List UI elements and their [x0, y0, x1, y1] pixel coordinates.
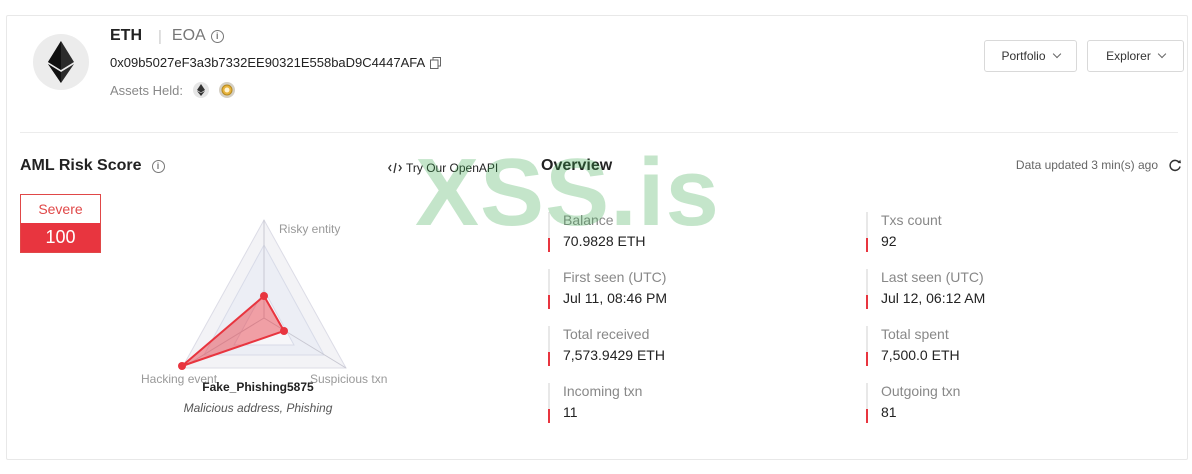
data-updated: Data updated 3 min(s) ago — [1016, 158, 1182, 172]
stat-incoming-txn: Incoming txn 11 — [548, 383, 808, 423]
stat-value: Jul 12, 06:12 AM — [881, 290, 986, 306]
risk-score: 100 — [21, 223, 100, 252]
stat-value: 70.9828 ETH — [563, 233, 646, 249]
stat-first-seen: First seen (UTC) Jul 11, 08:46 PM — [548, 269, 808, 309]
account-type: EOA — [171, 27, 206, 44]
copy-icon[interactable] — [430, 56, 442, 69]
radar-point[interactable] — [178, 362, 186, 370]
stat-label: First seen (UTC) — [563, 269, 667, 285]
stat-value: 92 — [881, 233, 897, 249]
explorer-button[interactable]: Explorer — [1087, 40, 1184, 72]
chain-title: ETH — [110, 27, 142, 44]
updated-text: Data updated 3 min(s) ago — [1015, 158, 1158, 172]
stat-balance: Balance 70.9828 ETH — [548, 212, 808, 252]
title-separator: | — [158, 27, 162, 45]
wallet-address: 0x09b5027eF3a3b7332EE90321E558baD9C4447A… — [110, 55, 426, 70]
stat-label: Last seen (UTC) — [881, 269, 984, 285]
stat-label: Balance — [563, 212, 614, 228]
info-icon[interactable]: i — [210, 29, 224, 43]
explorer-button-label: Explorer — [1106, 49, 1151, 63]
info-icon[interactable]: i — [151, 159, 165, 173]
portfolio-button-label: Portfolio — [1001, 49, 1046, 63]
assets-row: Assets Held: — [110, 82, 235, 98]
ethereum-icon — [48, 41, 74, 83]
radar-point[interactable] — [260, 292, 268, 300]
assets-label: Assets Held: — [110, 82, 183, 98]
stat-value: 11 — [563, 404, 578, 420]
radar-axis-label: Risky entity — [279, 222, 340, 236]
refresh-icon[interactable] — [1168, 158, 1182, 172]
stat-label: Outgoing txn — [881, 383, 961, 399]
stat-value: 81 — [881, 404, 897, 420]
stat-total-received: Total received 7,573.9429 ETH — [548, 326, 808, 366]
portfolio-button[interactable]: Portfolio — [984, 40, 1077, 72]
api-icon — [388, 162, 402, 174]
overview-title: Overview — [541, 157, 613, 174]
coin-icon[interactable] — [218, 82, 235, 98]
stat-label: Total received — [563, 326, 650, 342]
openapi-link[interactable]: Try Our OpenAPI — [388, 161, 498, 175]
chevron-down-icon — [1157, 49, 1167, 59]
entity-tags: Malicious address, Phishing — [183, 401, 333, 415]
address-row: 0x09b5027eF3a3b7332EE90321E558baD9C4447A… — [110, 55, 442, 70]
aml-title-text: AML Risk Score — [20, 157, 142, 174]
openapi-label: Try Our OpenAPI — [406, 161, 499, 175]
aml-section-title: AML Risk Score i — [20, 157, 165, 175]
stat-outgoing-txn: Outgoing txn 81 — [866, 383, 1126, 423]
stat-label: Incoming txn — [563, 383, 643, 399]
stat-value: 7,573.9429 ETH — [563, 347, 665, 363]
stat-txs-count: Txs count 92 — [866, 212, 1126, 252]
stat-label: Total spent — [881, 326, 949, 342]
entity-name: Fake_Phishing5875 — [202, 380, 314, 394]
stat-value: 7,500.0 ETH — [881, 347, 960, 363]
title-row: ETH | EOA i — [110, 26, 224, 46]
stat-last-seen: Last seen (UTC) Jul 12, 06:12 AM — [866, 269, 1126, 309]
risk-radar-chart: Risky entity Suspicious txn Hacking even… — [141, 218, 387, 386]
risk-level: Severe — [38, 201, 83, 217]
eth-icon[interactable] — [192, 82, 209, 98]
stat-total-spent: Total spent 7,500.0 ETH — [866, 326, 1126, 366]
stat-value: Jul 11, 08:46 PM — [563, 290, 668, 306]
risk-score-badge: Severe 100 — [20, 194, 101, 253]
radar-point[interactable] — [280, 327, 288, 335]
stat-label: Txs count — [881, 212, 942, 228]
eth-logo — [33, 34, 89, 90]
chevron-down-icon — [1052, 49, 1061, 59]
divider — [20, 132, 1178, 133]
